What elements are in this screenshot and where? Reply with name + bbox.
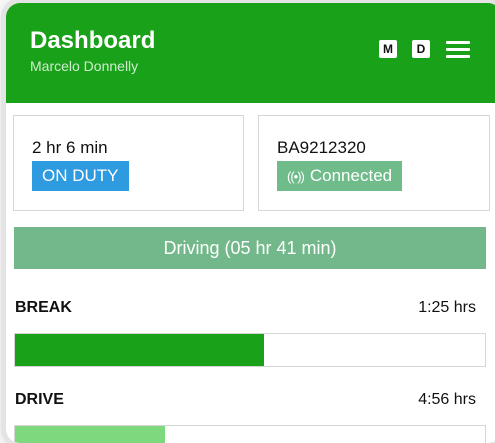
app-header: Dashboard Marcelo Donnelly M D	[6, 3, 495, 103]
badge-d[interactable]: D	[412, 40, 430, 58]
connection-status-badge: ((•)) Connected	[277, 161, 403, 191]
break-progress-fill	[15, 334, 265, 366]
drive-label: DRIVE	[15, 391, 64, 408]
drive-progress-fill	[15, 426, 166, 443]
device-screen: Dashboard Marcelo Donnelly M D 2 hr 6 mi…	[6, 3, 495, 443]
wireless-signal-icon: ((•))	[287, 169, 305, 184]
duty-card[interactable]: 2 hr 6 min ON DUTY	[13, 115, 244, 211]
driving-status-bar[interactable]: Driving (05 hr 41 min)	[14, 227, 486, 269]
hamburger-menu-icon[interactable]	[446, 40, 470, 58]
break-progress-bar	[14, 333, 486, 367]
vehicle-id: BA9212320	[277, 138, 366, 157]
duty-time: 2 hr 6 min	[32, 138, 108, 157]
break-value: 1:25 hrs	[418, 299, 476, 316]
connection-status-text: Connected	[309, 166, 393, 185]
driver-name: Marcelo Donnelly	[30, 58, 139, 74]
vehicle-card[interactable]: BA9212320 ((•)) Connected	[258, 115, 490, 211]
drive-progress-bar	[14, 425, 486, 443]
page-title: Dashboard	[30, 27, 156, 54]
badge-m[interactable]: M	[379, 40, 397, 58]
break-label: BREAK	[15, 299, 72, 316]
duty-status-badge: ON DUTY	[32, 161, 129, 191]
drive-value: 4:56 hrs	[418, 391, 476, 408]
